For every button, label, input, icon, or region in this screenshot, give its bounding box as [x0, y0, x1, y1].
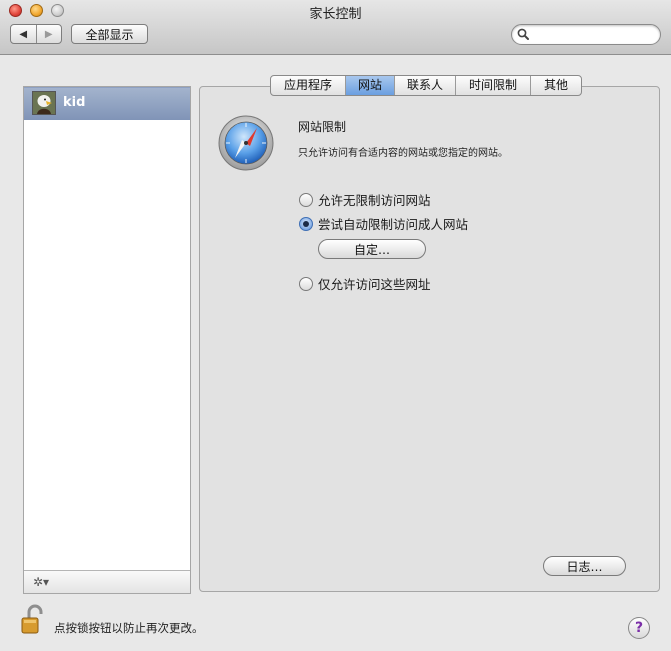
tab-contacts[interactable]: 联系人	[395, 76, 456, 95]
logs-button[interactable]: 日志…	[543, 556, 626, 576]
lock-message: 点按锁按钮以防止再次更改。	[54, 621, 204, 635]
user-item-kid[interactable]: kid	[24, 87, 190, 120]
back-forward-control: ◀ ▶	[10, 24, 62, 44]
search-input[interactable]	[534, 27, 658, 44]
radio-limit-adult[interactable]	[299, 216, 313, 231]
website-restrictions-title: 网站限制	[298, 120, 347, 134]
option-allowed-only[interactable]: 仅允许访问这些网址	[299, 274, 431, 293]
radio-unrestricted[interactable]	[299, 192, 313, 207]
show-all-button[interactable]: 全部显示	[71, 24, 148, 44]
option-limit-adult-label: 尝试自动限制访问成人网站	[318, 217, 469, 232]
option-limit-adult[interactable]: 尝试自动限制访问成人网站	[299, 214, 468, 233]
customize-button[interactable]: 自定…	[318, 239, 426, 259]
help-button[interactable]: ?	[628, 617, 650, 639]
list-footer: ✲▾	[24, 570, 190, 593]
back-arrow-icon: ◀	[19, 28, 28, 40]
tab-other[interactable]: 其他	[531, 76, 581, 95]
safari-compass-icon	[218, 115, 274, 171]
gear-menu-icon[interactable]: ✲▾	[28, 573, 54, 591]
back-button[interactable]: ◀	[11, 25, 37, 43]
tab-websites[interactable]: 网站	[346, 76, 395, 95]
option-unrestricted[interactable]: 允许无限制访问网站	[299, 190, 431, 209]
forward-arrow-icon: ▶	[44, 28, 53, 40]
radio-allowed-only[interactable]	[299, 276, 313, 291]
tab-applications[interactable]: 应用程序	[271, 76, 346, 95]
window-title: 家长控制	[309, 7, 362, 22]
eagle-avatar-icon	[32, 91, 56, 115]
user-list: kid ✲▾	[23, 86, 191, 594]
option-allowed-only-label: 仅允许访问这些网址	[318, 277, 431, 292]
tab-time-limits[interactable]: 时间限制	[456, 76, 531, 95]
lock-icon[interactable]	[21, 604, 45, 634]
user-name: kid	[63, 95, 86, 110]
option-unrestricted-label: 允许无限制访问网站	[318, 193, 431, 208]
search-field[interactable]	[511, 24, 661, 45]
forward-button[interactable]: ▶	[37, 25, 62, 43]
search-icon	[517, 28, 529, 40]
tab-bar: 应用程序 网站 联系人 时间限制 其他	[270, 75, 582, 96]
website-restrictions-description: 只允许访问有合适内容的网站或您指定的网站。	[298, 148, 508, 159]
title-bar: 家长控制 ◀ ▶ 全部显示	[0, 0, 671, 55]
